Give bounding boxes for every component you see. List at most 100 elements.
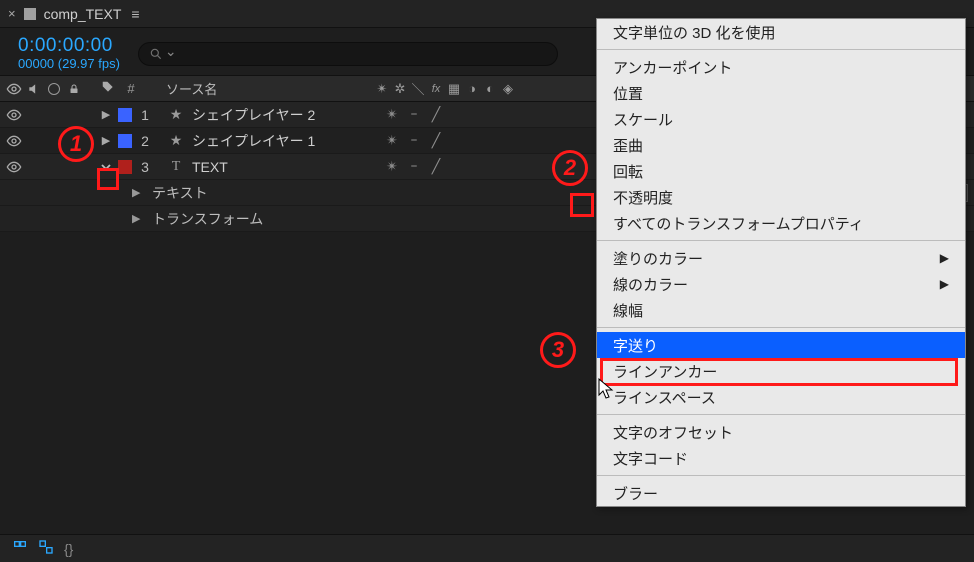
fx-switch[interactable]: ╱ [428,107,444,123]
label-color-swatch[interactable] [118,108,132,122]
menu-item-label: 文字のオフセット [613,422,733,443]
star-icon: ★ [168,106,184,123]
menu-item[interactable]: ブラー [597,480,965,506]
menu-item[interactable]: 塗りのカラー▶ [597,245,965,271]
speaker-icon[interactable] [26,81,42,97]
motion-blur-icon[interactable]: ◑ [464,81,480,97]
shy-switch[interactable]: ✴ [384,159,400,175]
quality-switch[interactable]: ⎯ [406,133,422,149]
close-icon[interactable]: × [8,6,16,21]
label-color-swatch[interactable] [118,134,132,148]
panel-title[interactable]: comp_TEXT [44,6,122,22]
menu-item-label: ブラー [613,483,658,504]
menu-separator [597,240,965,241]
frame-readout: 00000 (29.97 fps) [18,57,120,72]
menu-item[interactable]: 文字コード [597,445,965,471]
fx-icon[interactable]: fx [428,81,444,97]
menu-item[interactable]: 文字のオフセット [597,419,965,445]
menu-item-label: 線幅 [613,300,643,321]
menu-item[interactable]: 線のカラー▶ [597,271,965,297]
lock-icon[interactable] [66,107,82,123]
quality-icon[interactable]: ＼ [410,81,426,97]
label-color-column[interactable] [98,80,118,97]
quality-switch[interactable]: ⎯ [406,159,422,175]
adjustment-icon[interactable]: ◐ [482,81,498,97]
fx-switch[interactable]: ╱ [428,159,444,175]
timecode[interactable]: 0:00:00:00 [18,35,120,57]
lock-icon[interactable] [66,159,82,175]
menu-item-label: 歪曲 [613,135,643,156]
property-group-label[interactable]: トランスフォーム [146,209,396,229]
twirl-icon[interactable]: ▶ [132,186,146,199]
layer-name[interactable]: シェイプレイヤー 1 [192,131,315,151]
shy-switch[interactable]: ✴ [384,107,400,123]
layer-name[interactable]: TEXT [192,159,228,175]
menu-item[interactable]: アンカーポイント [597,54,965,80]
menu-item[interactable]: 線幅 [597,297,965,323]
menu-item[interactable]: 文字単位の 3D 化を使用 [597,19,965,45]
menu-separator [597,414,965,415]
3d-layer-icon[interactable]: ◈ [500,81,516,97]
frame-blend-icon[interactable]: ▦ [446,81,462,97]
menu-item-label: ラインスペース [613,387,716,408]
animator-context-menu: 文字単位の 3D 化を使用アンカーポイント位置スケール歪曲回転不透明度すべてのト… [596,18,966,507]
menu-item-label: 文字コード [613,448,688,469]
menu-item-label: 不透明度 [613,187,673,208]
layer-name[interactable]: シェイプレイヤー 2 [192,105,315,125]
menu-item-label: 線のカラー [613,274,688,295]
eye-icon[interactable] [6,133,22,149]
twirl-open-icon[interactable] [98,158,114,176]
braces-icon[interactable]: {} [64,541,73,557]
hamburger-icon[interactable]: ≡ [131,6,139,22]
speaker-icon [26,133,42,149]
eye-icon[interactable] [6,81,22,97]
eye-icon[interactable] [6,107,22,123]
menu-item[interactable]: 歪曲 [597,132,965,158]
solo-icon[interactable] [46,159,62,175]
shy-switch[interactable]: ✴ [384,133,400,149]
menu-item-label: 文字単位の 3D 化を使用 [613,22,776,43]
solo-icon[interactable] [46,133,62,149]
menu-item[interactable]: 回転 [597,158,965,184]
lock-icon[interactable] [66,81,82,97]
fx-switch[interactable]: ╱ [428,133,444,149]
twirl-icon[interactable]: ▶ [132,212,146,225]
timecode-display[interactable]: 0:00:00:00 00000 (29.97 fps) [18,35,120,72]
speaker-icon [26,159,42,175]
menu-item[interactable]: スケール [597,106,965,132]
layer-index: 2 [136,133,154,149]
menu-item-label: アンカーポイント [613,57,732,78]
lock-icon[interactable] [66,133,82,149]
solo-icon[interactable] [46,81,62,97]
menu-item[interactable]: 不透明度 [597,184,965,210]
switches-column-header: ✴ ✲ ＼ fx ▦ ◑ ◐ ◈ [374,81,574,97]
layer-index: 1 [136,107,154,123]
eye-icon[interactable] [6,159,22,175]
search-icon [149,47,163,61]
solo-icon[interactable] [46,107,62,123]
index-column: # [118,81,144,96]
render-queue-icon[interactable] [12,539,28,558]
twirl-icon[interactable]: ▶ [98,134,114,147]
collapse-icon[interactable]: ✲ [392,81,408,97]
menu-item-label: 位置 [613,83,643,104]
shy-toggle-icon[interactable] [38,539,54,558]
star-icon: ★ [168,132,184,149]
menu-item[interactable]: 字送り [597,332,965,358]
source-name-column[interactable]: ソース名 [144,79,374,98]
menu-separator [597,475,965,476]
label-color-swatch[interactable] [118,160,132,174]
menu-item[interactable]: すべてのトランスフォームプロパティ [597,210,965,236]
quality-switch[interactable]: ⎯ [406,107,422,123]
shy-icon[interactable]: ✴ [374,81,390,97]
property-group-label[interactable]: テキスト [146,183,396,203]
menu-item[interactable]: ラインスペース [597,384,965,410]
search-input[interactable]: ⌄ [138,42,558,66]
menu-item[interactable]: 位置 [597,80,965,106]
menu-item[interactable]: ラインアンカー [597,358,965,384]
menu-item-label: 字送り [613,335,658,356]
timeline-footer: {} [0,534,974,562]
twirl-icon[interactable]: ▶ [98,108,114,121]
search-caret: ⌄ [165,43,177,60]
menu-separator [597,49,965,50]
